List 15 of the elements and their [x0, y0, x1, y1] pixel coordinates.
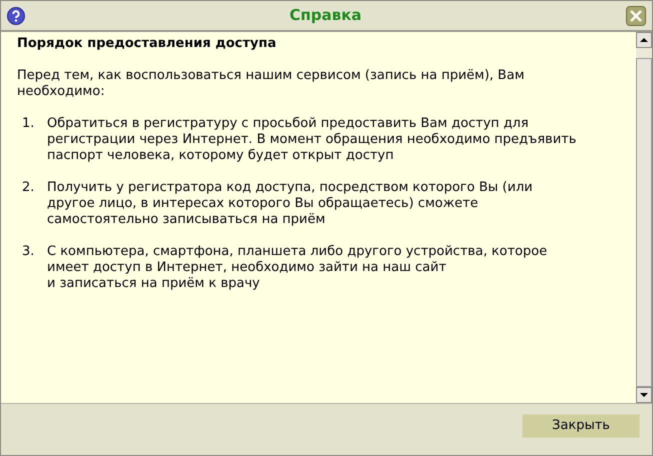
help-icon — [7, 6, 25, 24]
step-number: 1. — [21, 116, 36, 133]
close-button[interactable] — [626, 6, 646, 26]
step-text: С компьютера, смартфона, планшета либо другого устройства, которое имеет доступ в Интернет, необходимо зайти на наш сайт и записаться на приём к врачу — [47, 244, 548, 292]
close-dialog-button[interactable]: Закрыть — [522, 414, 640, 438]
scroll-down-icon[interactable] — [636, 387, 652, 403]
step-text: Получить у регистратора код доступа, посредством которого Вы (или другое лицо, в интересах которого Вы обращаетесь) сможете самостоятельно записываться на приём — [47, 180, 533, 228]
section-heading: Порядок предоставления доступа — [17, 36, 278, 52]
step-text: Обратиться в регистратуру с просьбой предоставить Вам доступ для регистрации через Интернет. В момент обращения необходимо предъявить паспорт человека, которому будет открыт доступ — [47, 116, 576, 164]
step-number: 2. — [21, 180, 36, 197]
step-number: 3. — [21, 244, 36, 261]
intro-paragraph: Перед тем, как воспользоваться нашим сервисом (запись на приём), Вам необходимо: — [17, 68, 526, 100]
close-icon — [629, 8, 643, 22]
window-title: Справка — [289, 5, 362, 26]
scroll-up-icon[interactable] — [636, 32, 652, 48]
